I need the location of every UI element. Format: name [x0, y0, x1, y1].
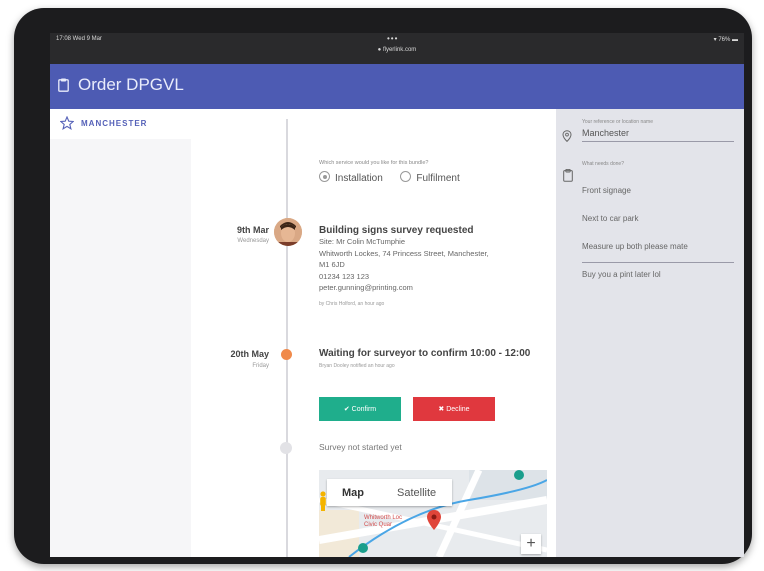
decline-button[interactable]: ✖ Decline [413, 397, 495, 421]
pegman-icon[interactable] [319, 491, 327, 511]
tab-manchester[interactable]: MANCHESTER [50, 109, 191, 139]
map[interactable]: Map Satellite Whitworth Loc Civic Quar + [319, 470, 547, 557]
inactive-dot [280, 442, 292, 454]
note-line: Buy you a pint later lol [582, 270, 661, 279]
star-icon [60, 116, 74, 130]
timeline-line [286, 119, 288, 557]
screen: 17:08 Wed 9 Mar ••• ● flyerlink.com ▾ 76… [50, 33, 744, 557]
notes-underline [582, 262, 734, 263]
entry1-line: M1 6JD [319, 260, 345, 269]
note-line: Next to car park [582, 214, 639, 223]
status-time: 17:08 Wed 9 Mar [56, 36, 102, 42]
service-question: Which service would you like for this bu… [319, 160, 429, 166]
entry1-author: by Chris Holford, an hour ago [319, 300, 385, 307]
entry1-email[interactable]: peter.gunning@printing.com [319, 282, 544, 294]
entry1-line: Site: Mr Colin McTumphie [319, 237, 405, 246]
reference-input[interactable]: Manchester [582, 128, 629, 138]
radio-installation[interactable] [319, 171, 330, 182]
reference-underline [582, 141, 734, 142]
page-title: Order DPGVL [78, 75, 184, 94]
clipboard-icon [58, 78, 69, 92]
map-type-tabs: Map Satellite [327, 479, 452, 506]
entry2: Waiting for surveyor to confirm 10:00 - … [319, 347, 544, 369]
address-bar[interactable]: ● flyerlink.com [50, 47, 744, 53]
confirm-button[interactable]: ✔ Confirm [319, 397, 401, 421]
entry2-author: Bryan Dooley notified an hour ago [319, 363, 395, 369]
pending-dot [281, 349, 292, 360]
note-line: Front signage [582, 186, 631, 195]
map-tab[interactable]: Map [342, 487, 364, 499]
entry1-weekday: Wednesday [237, 238, 269, 244]
radio-fulfilment[interactable] [400, 171, 412, 182]
battery-indicator: ▾ 76% ▬ [713, 37, 738, 43]
notes-textarea[interactable]: Front signage Next to car park Measure u… [582, 170, 688, 296]
entry1-date-text: 9th Mar [236, 225, 269, 235]
tablet-frame: 17:08 Wed 9 Mar ••• ● flyerlink.com ▾ 76… [14, 8, 752, 564]
entry1: Building signs survey requested Site: Mr… [319, 225, 544, 307]
zoom-in-button[interactable]: + [521, 534, 541, 554]
satellite-tab[interactable]: Satellite [397, 487, 436, 499]
entry2-date: 20th May Friday [211, 349, 269, 369]
entry3-text: Survey not started yet [319, 442, 402, 452]
entry1-title: Building signs survey requested [319, 225, 474, 236]
service-options: Installation Fulfilment [319, 171, 460, 184]
map-place-label: Whitworth Loc Civic Quar [364, 515, 402, 529]
note-line: Measure up both please mate [582, 242, 688, 251]
entry2-weekday: Friday [252, 363, 269, 369]
details-panel: Your reference or location name Manchest… [556, 109, 744, 557]
clipboard-icon [563, 169, 573, 182]
avatar-face-icon [274, 218, 302, 246]
map-marker-icon[interactable] [427, 510, 441, 530]
option-fulfilment-label: Fulfilment [416, 173, 460, 184]
tab-label: MANCHESTER [81, 119, 148, 128]
entry1-line: Whitworth Lockes, 74 Princess Street, Ma… [319, 248, 489, 258]
option-installation-label: Installation [335, 173, 383, 184]
timeline-panel: Which service would you like for this bu… [191, 109, 556, 557]
entry1-date: 9th Mar Wednesday [211, 225, 269, 244]
avatar [274, 218, 302, 246]
entry2-title: Waiting for surveyor to confirm 10:00 - … [319, 348, 531, 359]
map-place-text: Whitworth Loc Civic Quar [364, 515, 403, 528]
sidebar: MANCHESTER [50, 109, 191, 557]
status-bar: 17:08 Wed 9 Mar ••• ● flyerlink.com ▾ 76… [50, 33, 744, 64]
entry2-date-text: 20th May [230, 349, 269, 359]
notes-label: What needs done? [582, 161, 624, 167]
app-header: Order DPGVL [50, 64, 744, 109]
entry1-line: 01234 123 123 [319, 271, 370, 281]
more-dots-icon[interactable]: ••• [387, 34, 398, 43]
location-pin-icon [562, 130, 572, 142]
reference-label: Your reference or location name [582, 119, 653, 125]
